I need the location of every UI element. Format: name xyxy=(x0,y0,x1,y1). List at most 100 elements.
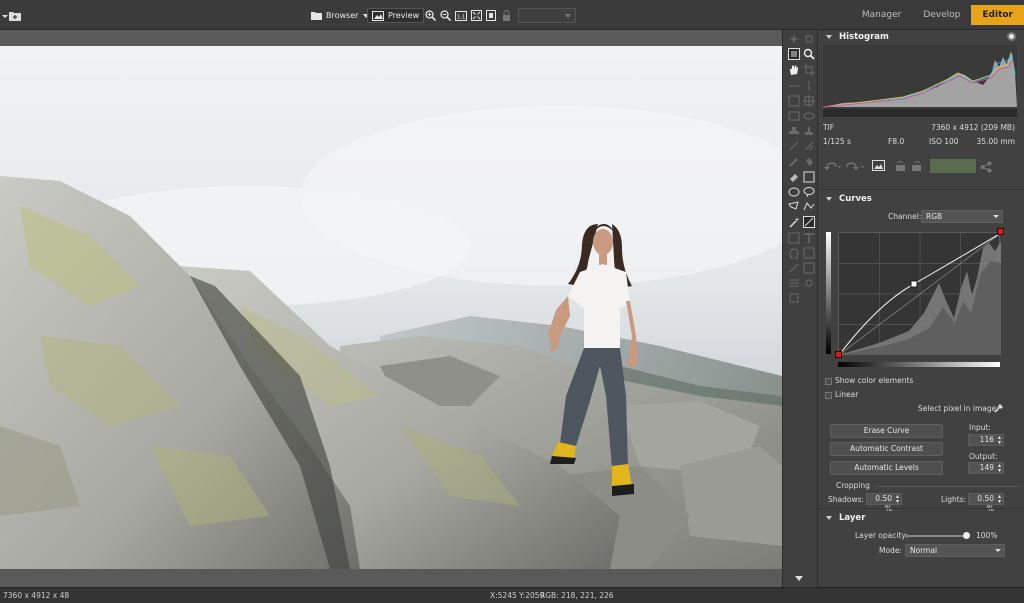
channel-select[interactable]: RGB xyxy=(921,210,1003,223)
layer-opacity-slider[interactable] xyxy=(906,532,970,539)
gradient-tool-icon[interactable] xyxy=(803,216,815,228)
scroll-down-icon[interactable] xyxy=(795,575,807,587)
histogram-options-icon[interactable] xyxy=(1007,32,1016,41)
mode-label: Mode: xyxy=(879,546,902,555)
eyedropper-icon[interactable] xyxy=(994,402,1005,415)
lock-icon[interactable] xyxy=(502,8,511,23)
curves-header[interactable]: Curves xyxy=(826,194,872,204)
share-icon[interactable] xyxy=(980,161,992,173)
list-tool-icon[interactable] xyxy=(788,277,800,289)
erase-curve-button[interactable]: Erase Curve xyxy=(830,424,943,438)
extra-tool-icon[interactable] xyxy=(788,292,800,304)
zoom-out-icon[interactable] xyxy=(440,8,451,23)
new-folder-icon[interactable] xyxy=(9,8,21,23)
output-field[interactable]: 149 ▴ ▾ xyxy=(968,462,1004,474)
stamp-tool-icon[interactable] xyxy=(788,125,800,137)
text-frame-icon[interactable] xyxy=(788,232,800,244)
undo-icon[interactable] xyxy=(823,161,841,173)
fit-to-screen-icon[interactable] xyxy=(471,8,482,23)
divider xyxy=(818,508,1024,509)
actual-size-icon[interactable]: 1:1 xyxy=(455,8,467,23)
stepper-icon[interactable]: ▴ ▾ xyxy=(998,463,1001,474)
zoom-select[interactable] xyxy=(518,8,576,23)
shapes-icon[interactable] xyxy=(803,247,815,259)
cropping-rule xyxy=(876,486,1020,487)
omega-icon[interactable] xyxy=(788,247,800,259)
bucket-icon[interactable] xyxy=(803,156,815,168)
shadows-value: 0.50 % xyxy=(875,494,892,513)
redo-icon[interactable] xyxy=(846,161,864,173)
settings-tool-icon[interactable] xyxy=(803,277,815,289)
sparkle-icon[interactable] xyxy=(788,33,800,45)
ellipse-tool-icon[interactable] xyxy=(788,186,800,198)
retouch-icon[interactable] xyxy=(803,125,815,137)
automatic-levels-button[interactable]: Automatic Levels xyxy=(830,461,943,475)
lasso-icon[interactable] xyxy=(803,186,815,198)
magic-wand-icon[interactable] xyxy=(788,216,800,228)
browser-button[interactable]: Browser xyxy=(311,8,370,23)
status-bar: 7360 x 4912 x 48 X:5245 Y:2059 RGB: 218,… xyxy=(0,587,1024,603)
image-tool-icon[interactable] xyxy=(803,262,815,274)
output-value: 149 xyxy=(979,463,994,472)
magnetic-lasso-icon[interactable] xyxy=(803,201,815,213)
perspective-icon[interactable] xyxy=(803,80,815,92)
stepper-icon[interactable]: ▴ ▾ xyxy=(998,494,1001,505)
apply-button[interactable] xyxy=(930,159,976,173)
fullscreen-icon[interactable] xyxy=(486,8,496,23)
frame-icon[interactable] xyxy=(788,110,800,122)
mode-editor-tab[interactable]: Editor xyxy=(971,5,1024,25)
right-panel: Histogram TIF 7360 x 4912 (209 MB) 1/125… xyxy=(818,30,1024,587)
crop-icon[interactable] xyxy=(803,64,815,76)
curve-point-black[interactable] xyxy=(835,351,842,358)
rectangle-tool-icon[interactable] xyxy=(803,171,815,183)
hand-tool-icon[interactable] xyxy=(788,64,800,76)
mode-manager-tab[interactable]: Manager xyxy=(851,5,912,25)
blend-mode-select[interactable]: Normal xyxy=(905,544,1005,557)
rect-select-icon[interactable] xyxy=(788,95,800,107)
polygon-lasso-icon[interactable] xyxy=(788,201,800,213)
mode-switcher: Manager Develop Editor xyxy=(851,5,1024,25)
menu-chevron-icon[interactable] xyxy=(2,8,8,23)
stepper-icon[interactable]: ▴ ▾ xyxy=(896,494,899,505)
brush-icon[interactable] xyxy=(788,156,800,168)
straighten-icon[interactable] xyxy=(788,80,800,92)
linear-checkbox[interactable] xyxy=(825,392,832,399)
output-label: Output: xyxy=(969,452,998,461)
history-toolbar xyxy=(823,159,1017,175)
line-tool-icon[interactable] xyxy=(788,262,800,274)
curve-point-white[interactable] xyxy=(997,228,1004,235)
red-eye-icon[interactable] xyxy=(803,110,815,122)
stepper-icon[interactable]: ▴ ▾ xyxy=(998,435,1001,446)
photo-canvas[interactable] xyxy=(0,46,782,569)
transform-icon[interactable] xyxy=(803,95,815,107)
mode-develop-tab[interactable]: Develop xyxy=(912,5,971,25)
automatic-contrast-button[interactable]: Automatic Contrast xyxy=(830,442,943,456)
image-info-text: 7360 x 4912 x 48 xyxy=(3,591,70,600)
rotate-left-icon[interactable] xyxy=(894,160,907,172)
zoom-in-icon[interactable] xyxy=(425,8,436,23)
slider-thumb[interactable] xyxy=(962,532,970,539)
histogram-header[interactable]: Histogram xyxy=(826,32,889,42)
chevron-down-icon xyxy=(995,549,1001,552)
show-color-checkbox[interactable] xyxy=(825,378,832,385)
lights-field[interactable]: 0.50 % ▴▾ xyxy=(968,493,1004,513)
compare-image-icon[interactable] xyxy=(872,160,885,171)
clone-icon[interactable] xyxy=(788,140,800,152)
eraser-icon[interactable] xyxy=(788,171,800,183)
grid-select-icon[interactable] xyxy=(788,48,800,60)
shadows-field[interactable]: 0.50 % ▴▾ xyxy=(866,493,902,513)
blend-mode-value: Normal xyxy=(910,546,938,555)
layer-header[interactable]: Layer xyxy=(826,513,865,523)
heal-icon[interactable] xyxy=(803,140,815,152)
text-tool-icon[interactable] xyxy=(803,232,815,244)
zoom-tool-icon[interactable] xyxy=(803,48,815,60)
input-field[interactable]: 116 ▴ ▾ xyxy=(968,434,1004,446)
layer-title: Layer xyxy=(839,513,866,523)
stamp-icon[interactable] xyxy=(803,33,815,45)
lights-value: 0.50 % xyxy=(977,494,994,513)
rotate-right-icon[interactable] xyxy=(910,160,923,172)
curves-graph[interactable] xyxy=(838,232,1002,356)
file-type-text: TIF xyxy=(823,123,835,132)
curve-point-mid[interactable] xyxy=(910,280,918,288)
preview-button[interactable]: Preview xyxy=(367,8,425,23)
